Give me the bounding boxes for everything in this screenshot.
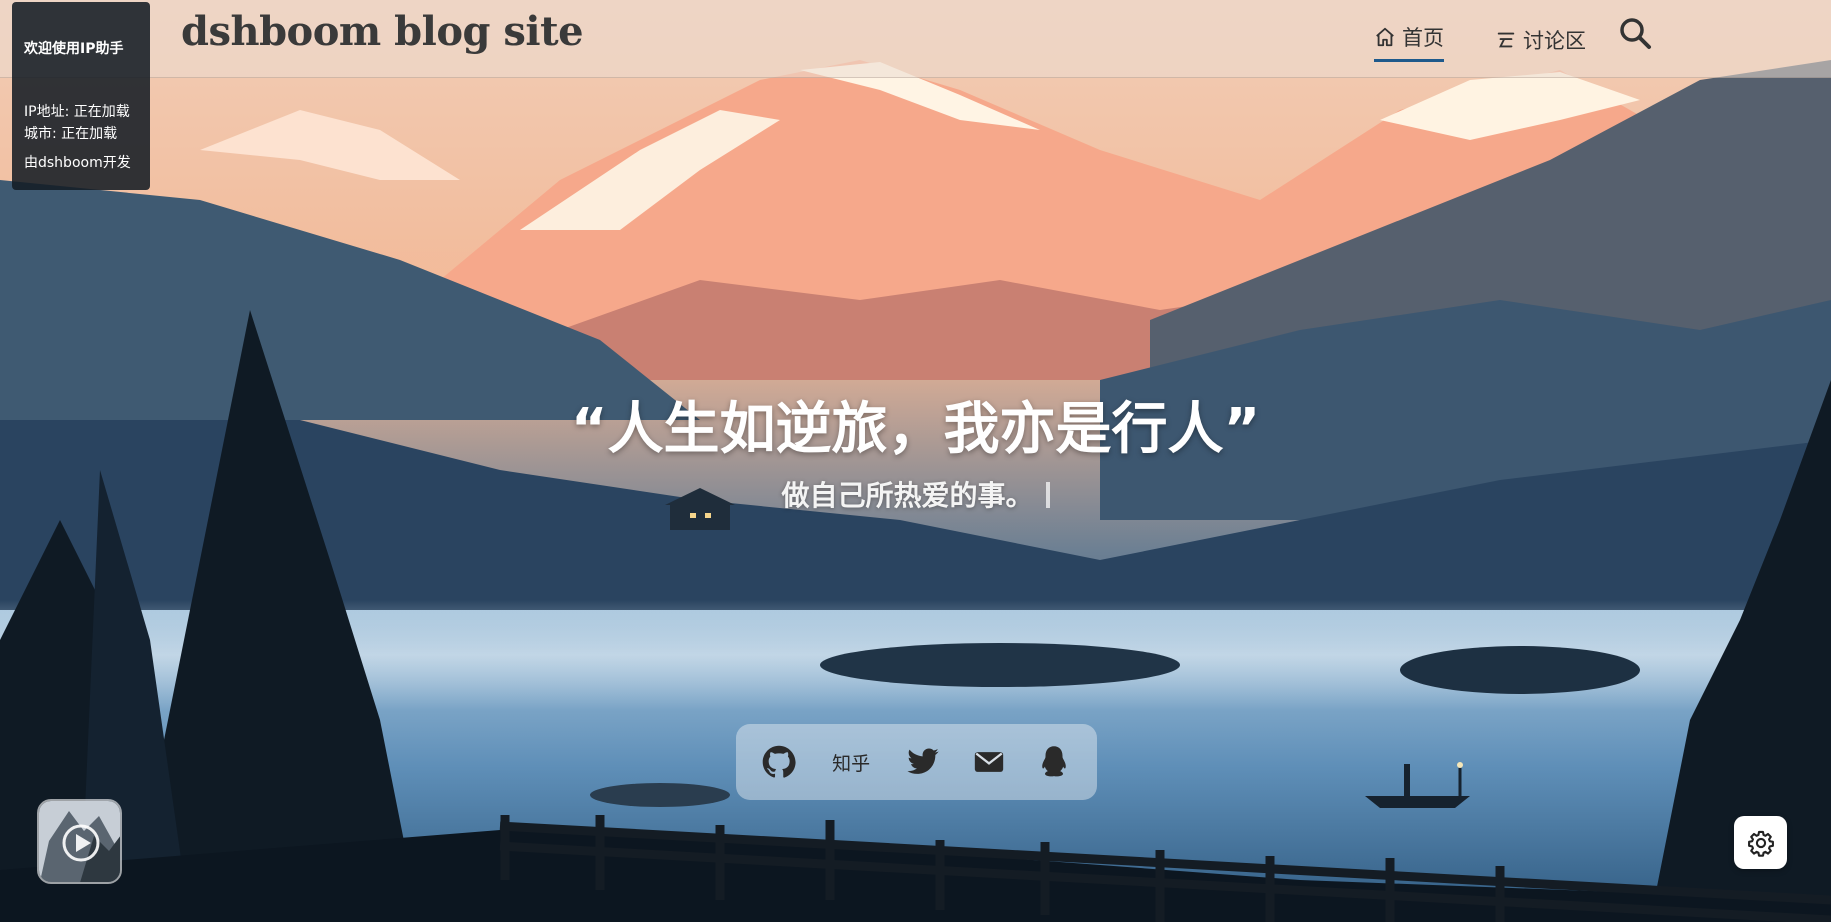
twitter-icon xyxy=(907,748,940,774)
site-title[interactable]: dshboom blog site xyxy=(181,8,584,55)
nav-forum[interactable]: 讨论区 xyxy=(1495,18,1586,62)
gear-icon xyxy=(1747,830,1774,857)
nav-forum-label: 讨论区 xyxy=(1523,29,1586,53)
nav-home-label: 首页 xyxy=(1402,25,1444,50)
hero-subtitle-wrap: 做自己所热爱的事。 xyxy=(0,474,1831,514)
qq-icon xyxy=(1042,746,1067,777)
qq-link[interactable] xyxy=(1034,742,1074,782)
github-icon xyxy=(762,745,796,778)
home-icon xyxy=(1376,27,1394,46)
github-link[interactable] xyxy=(759,742,799,782)
typing-cursor xyxy=(1045,482,1050,508)
top-navbar: dshboom blog site 首页 讨论区 xyxy=(0,0,1831,78)
ip-panel-credit: 由dshboom开发 xyxy=(24,155,131,171)
search-icon[interactable] xyxy=(1618,16,1652,50)
album-cover xyxy=(39,801,120,882)
music-player-button[interactable] xyxy=(37,799,122,884)
nav-home[interactable]: 首页 xyxy=(1374,18,1444,62)
city-line: 城市: 正在加载 xyxy=(24,126,118,142)
hero-quote: “人生如逆旅，我亦是行人” xyxy=(570,397,1261,462)
hero-subtitle: 做自己所热爱的事。 xyxy=(781,479,1034,512)
ip-panel-title: 欢迎使用IP助手 xyxy=(24,41,124,57)
mail-icon xyxy=(974,752,1004,772)
twitter-link[interactable] xyxy=(903,742,943,782)
ip-helper-panel: 欢迎使用IP助手 IP地址: 正在加载 城市: 正在加载 由dshboom开发 xyxy=(12,2,150,190)
settings-button[interactable] xyxy=(1734,816,1787,869)
mail-link[interactable] xyxy=(969,742,1009,782)
zhihu-link[interactable]: 知乎 xyxy=(824,749,878,776)
ip-address-line: IP地址: 正在加载 xyxy=(24,104,130,120)
social-links-bar: 知乎 xyxy=(736,724,1097,800)
forum-icon xyxy=(1497,32,1515,48)
